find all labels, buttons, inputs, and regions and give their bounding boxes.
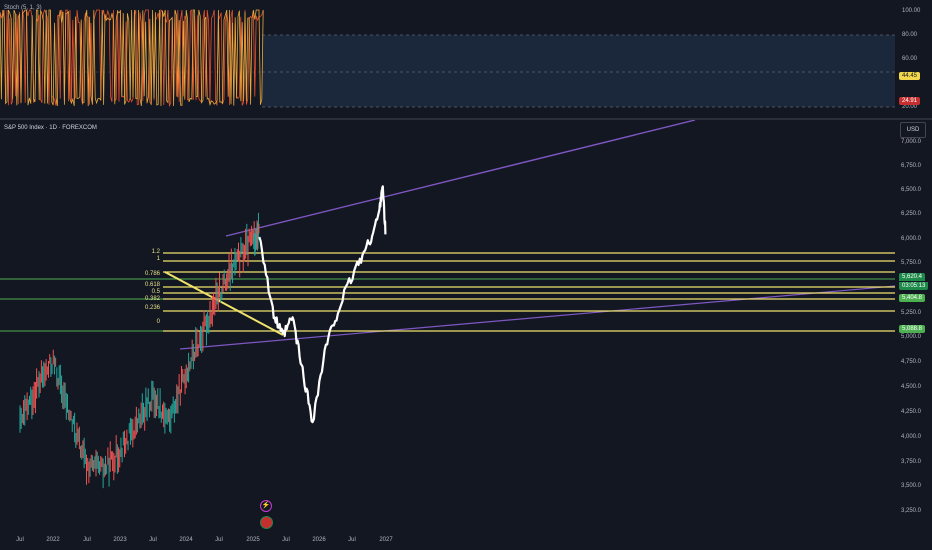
price-tick: 3,500.0 — [901, 483, 922, 489]
price-tick: 5,750.0 — [901, 260, 922, 266]
currency-button[interactable]: USD — [900, 122, 926, 138]
price-chart[interactable] — [0, 120, 895, 535]
price-tick: 6,000.0 — [901, 236, 922, 242]
time-tick: Jul — [215, 537, 223, 543]
stoch-band — [262, 35, 895, 107]
time-tick: Jul — [16, 537, 24, 543]
price-tick: 4,250.0 — [901, 409, 922, 415]
price-tick: 6,750.0 — [901, 163, 922, 169]
time-tick: Jul — [83, 537, 91, 543]
fib-label: 1 — [156, 256, 160, 262]
fib-level-badge: 5,404.8 — [899, 294, 926, 302]
earnings-event-icon[interactable] — [260, 516, 273, 529]
fib-label: 0.786 — [144, 271, 160, 277]
stochastic-plot — [0, 8, 895, 108]
last-price-badge: 5,620.4 — [899, 273, 926, 281]
channel-upper-line — [225, 120, 696, 237]
time-tick: Jul — [282, 537, 290, 543]
stoch-scale-60: 60.00 — [902, 56, 918, 62]
fib-label: 0 — [156, 319, 160, 325]
price-tick: 6,250.0 — [901, 211, 922, 217]
stoch-scale-100: 100.00 — [902, 8, 921, 14]
fib-label: 0.618 — [144, 282, 160, 288]
price-tick: 3,250.0 — [901, 508, 922, 514]
price-tick: 4,500.0 — [901, 384, 922, 390]
fib-label: 1.2 — [151, 249, 160, 255]
time-tick: 2025 — [246, 537, 260, 543]
projection-path — [258, 185, 387, 424]
countdown-badge: 03:05:13 — [899, 282, 929, 290]
time-tick: 2023 — [113, 537, 127, 543]
fib-label: 0.236 — [144, 305, 160, 311]
fib-label: 0.382 — [144, 296, 160, 302]
price-tick: 4,750.0 — [901, 359, 922, 365]
time-tick: Jul — [348, 537, 356, 543]
price-tick: 5,250.0 — [901, 310, 922, 316]
price-tick: 7,000.0 — [901, 139, 922, 145]
price-tick: 4,000.0 — [901, 434, 922, 440]
support-badge: 5,088.8 — [899, 325, 926, 333]
stochastic-title[interactable]: Stoch (5, 1, 3) — [4, 5, 42, 11]
time-tick: 2022 — [46, 537, 60, 543]
price-tick: 5,000.0 — [901, 334, 922, 340]
fib-label: 0.5 — [151, 289, 160, 295]
price-tick: 3,750.0 — [901, 459, 922, 465]
stoch-k-badge: 44.45 — [899, 72, 921, 80]
price-tick: 6,500.0 — [901, 187, 922, 193]
time-tick: Jul — [149, 537, 157, 543]
stoch-scale-80: 80.00 — [902, 32, 918, 38]
symbol-title[interactable]: S&P 500 Index · 1D · FOREXCOM — [4, 125, 97, 131]
lightning-event-icon[interactable]: ⚡ — [260, 500, 272, 512]
stoch-d-badge: 24.91 — [899, 97, 921, 105]
time-tick: 2027 — [379, 537, 393, 543]
time-tick: 2024 — [179, 537, 193, 543]
channel-lower-line — [179, 285, 895, 350]
time-tick: 2026 — [312, 537, 326, 543]
